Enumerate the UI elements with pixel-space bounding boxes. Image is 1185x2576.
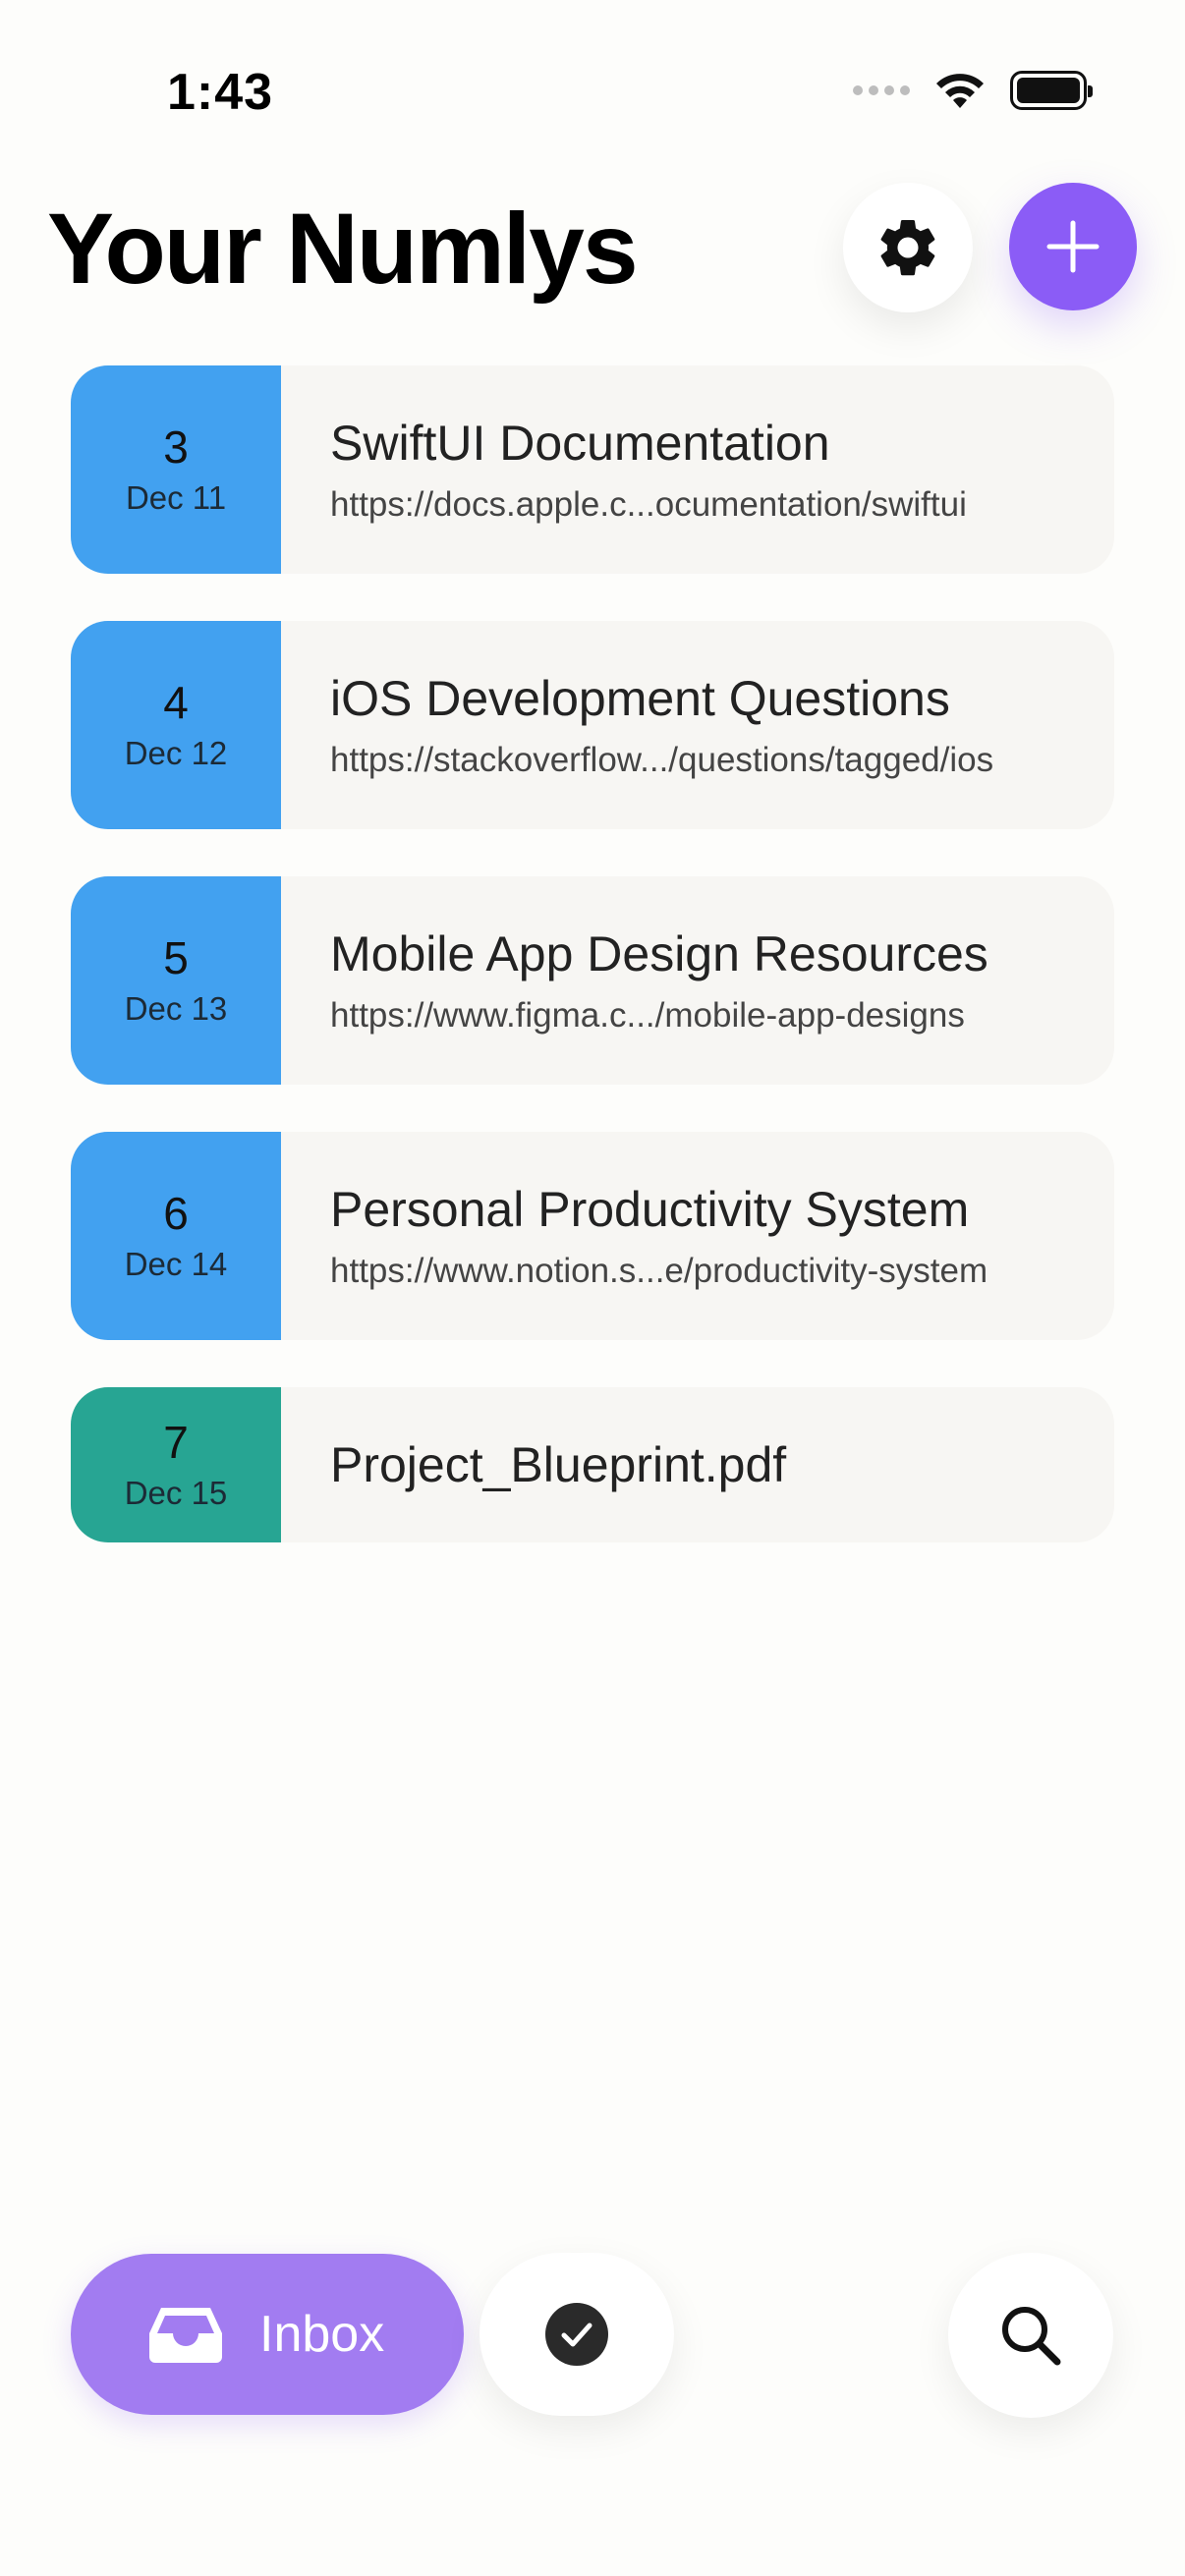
tray-icon (149, 2308, 222, 2363)
list-item[interactable]: 3 Dec 11 SwiftUI Documentation https://d… (71, 365, 1114, 574)
item-url: https://www.notion.s...e/productivity-sy… (330, 1252, 988, 1290)
item-content: iOS Development Questions https://stacko… (281, 621, 1114, 829)
numly-list: 3 Dec 11 SwiftUI Documentation https://d… (71, 365, 1114, 1590)
item-title: iOS Development Questions (330, 671, 950, 726)
list-item[interactable]: 6 Dec 14 Personal Productivity System ht… (71, 1132, 1114, 1340)
wifi-icon (936, 74, 984, 108)
item-number-badge: 6 Dec 14 (71, 1132, 281, 1340)
plus-icon (1046, 220, 1100, 273)
item-url: https://www.figma.c.../mobile-app-design… (330, 996, 965, 1035)
item-date: Dec 11 (125, 479, 227, 517)
item-number: 5 (163, 931, 189, 983)
item-date: Dec 12 (124, 735, 228, 772)
tab-inbox[interactable]: Inbox (71, 2254, 464, 2415)
item-number: 3 (163, 420, 189, 473)
item-number-badge: 4 Dec 12 (71, 621, 281, 829)
screen: 1:43 Your Numlys 3 Dec 11 SwiftUI Docume… (0, 0, 1185, 2576)
search-button[interactable] (948, 2253, 1113, 2418)
item-date: Dec 15 (124, 1475, 228, 1512)
cellular-signal-icon (853, 85, 910, 95)
item-content: Mobile App Design Resources https://www.… (281, 876, 1114, 1085)
list-item[interactable]: 4 Dec 12 iOS Development Questions https… (71, 621, 1114, 829)
item-content: SwiftUI Documentation https://docs.apple… (281, 365, 1114, 574)
status-icons (853, 71, 1093, 110)
list-item[interactable]: 5 Dec 13 Mobile App Design Resources htt… (71, 876, 1114, 1085)
status-time: 1:43 (167, 64, 274, 121)
item-date: Dec 14 (124, 1246, 228, 1283)
item-content: Project_Blueprint.pdf (281, 1387, 1114, 1542)
item-url: https://docs.apple.c...ocumentation/swif… (330, 485, 967, 524)
item-number: 6 (163, 1187, 189, 1239)
item-number: 4 (163, 676, 189, 728)
checkmark-circle-icon (545, 2303, 608, 2366)
item-title: Personal Productivity System (330, 1182, 970, 1237)
item-title: Mobile App Design Resources (330, 926, 988, 981)
item-content: Personal Productivity System https://www… (281, 1132, 1114, 1340)
item-number-badge: 3 Dec 11 (71, 365, 281, 574)
item-number-badge: 5 Dec 13 (71, 876, 281, 1085)
page-title: Your Numlys (47, 193, 639, 305)
item-url: https://stackoverflow.../questions/tagge… (330, 741, 994, 779)
item-date: Dec 13 (124, 990, 228, 1028)
settings-button[interactable] (843, 183, 973, 312)
tab-inbox-label: Inbox (259, 2306, 385, 2363)
tab-completed[interactable] (480, 2253, 674, 2416)
item-title: Project_Blueprint.pdf (330, 1437, 787, 1492)
gear-icon (880, 219, 935, 276)
magnifying-glass-icon (1002, 2307, 1061, 2366)
item-number: 7 (163, 1416, 189, 1468)
add-button[interactable] (1009, 183, 1137, 310)
battery-icon (1010, 71, 1093, 110)
item-number-badge: 7 Dec 15 (71, 1387, 281, 1542)
list-item[interactable]: 7 Dec 15 Project_Blueprint.pdf (71, 1387, 1114, 1542)
item-title: SwiftUI Documentation (330, 416, 830, 471)
